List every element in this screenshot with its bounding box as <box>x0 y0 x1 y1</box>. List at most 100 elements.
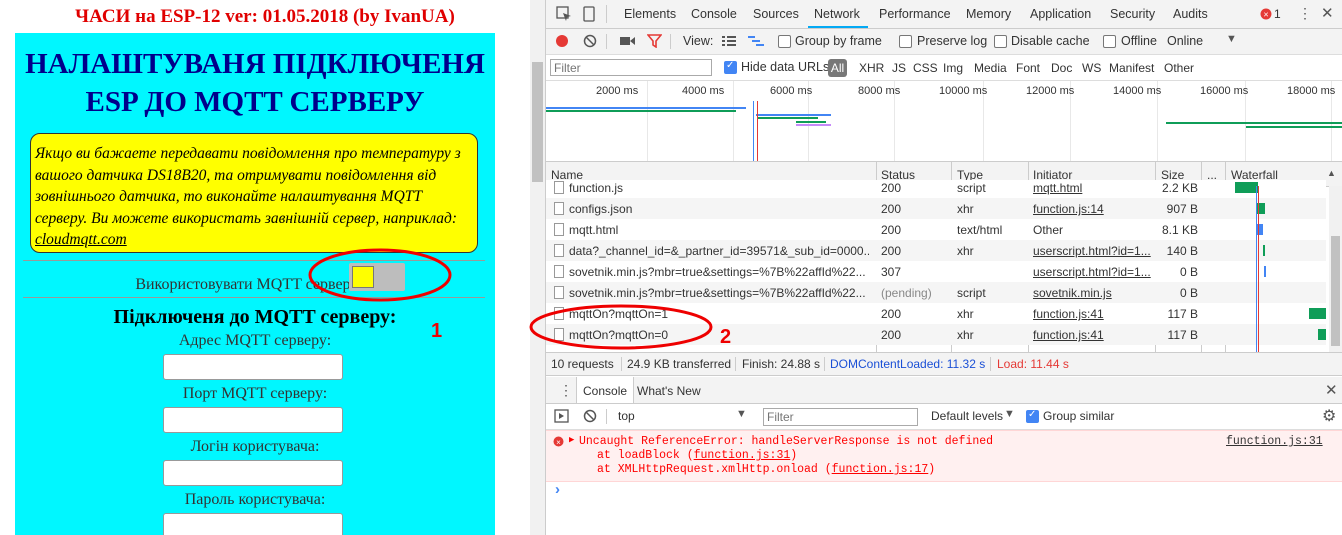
more-menu-icon[interactable]: ⋮ <box>1298 5 1312 22</box>
server-address-input[interactable] <box>163 354 343 380</box>
overview-bar <box>796 121 826 123</box>
throttling-select[interactable]: Online <box>1167 34 1203 48</box>
console-settings-gear-icon[interactable]: ⚙ <box>1322 406 1336 426</box>
request-type: xhr <box>957 328 974 342</box>
chevron-down-icon[interactable]: ▼ <box>736 408 747 420</box>
overview-tick-label: 6000 ms <box>770 85 813 97</box>
tab-security[interactable]: Security <box>1110 7 1155 21</box>
filter-img-button[interactable]: Img <box>943 61 963 75</box>
preserve-log-checkbox[interactable] <box>899 35 912 48</box>
stack-frame-link[interactable]: function.js:31 <box>694 449 791 462</box>
request-status: 200 <box>881 181 902 195</box>
group-similar-checkbox[interactable] <box>1026 409 1039 423</box>
web-page: ЧАСИ на ESP-12 ver: 01.05.2018 (by IvanU… <box>0 0 545 535</box>
filter-xhr-button[interactable]: XHR <box>859 61 884 75</box>
error-icon[interactable]: × <box>1260 8 1272 20</box>
request-row[interactable]: configs.json 200 xhr function.js:14 907 B <box>546 198 1326 219</box>
request-row[interactable]: mqtt.html 200 text/html Other 8.1 KB <box>546 219 1326 240</box>
tab-performance[interactable]: Performance <box>879 7 951 21</box>
file-icon <box>554 265 564 278</box>
drawer-tab-console-label[interactable]: Console <box>583 384 627 398</box>
cloudmqtt-link[interactable]: cloudmqtt.com <box>35 231 127 248</box>
hide-data-urls-checkbox[interactable] <box>724 60 737 74</box>
console-prompt[interactable]: › <box>555 481 560 498</box>
filter-icon[interactable] <box>647 34 662 48</box>
request-initiator[interactable]: Other <box>1033 223 1153 237</box>
chevron-down-icon[interactable]: ▼ <box>1004 408 1015 420</box>
filter-font-button[interactable]: Font <box>1016 61 1040 75</box>
request-scrollbar[interactable] <box>1329 186 1342 352</box>
close-drawer-icon[interactable]: ✕ <box>1325 381 1338 399</box>
drawer-tab-whats-new[interactable]: What's New <box>637 384 701 398</box>
waterfall-bar <box>1308 308 1326 319</box>
scrollbar-thumb[interactable] <box>1331 236 1340 346</box>
tab-audits[interactable]: Audits <box>1173 7 1208 21</box>
request-type: xhr <box>957 244 974 258</box>
group-by-frame-checkbox[interactable] <box>778 35 791 48</box>
clear-icon[interactable] <box>583 34 597 48</box>
overview-bar <box>796 124 831 126</box>
request-initiator[interactable]: userscript.html?id=1... <box>1033 244 1153 258</box>
sidebar-toggle-icon[interactable] <box>554 409 569 423</box>
request-initiator[interactable]: function.js:14 <box>1033 202 1153 216</box>
request-initiator[interactable]: sovetnik.min.js <box>1033 286 1153 300</box>
request-initiator[interactable]: userscript.html?id=1... <box>1033 265 1153 279</box>
console-filter-input[interactable] <box>763 408 918 426</box>
svg-text:×: × <box>1263 10 1268 20</box>
filter-js-button[interactable]: JS <box>892 61 906 75</box>
network-filter-input[interactable] <box>550 59 712 76</box>
filter-other-button[interactable]: Other <box>1164 61 1194 75</box>
drawer-menu-icon[interactable]: ⋮ <box>559 382 573 399</box>
scrollbar-thumb[interactable] <box>532 62 543 182</box>
disable-cache-checkbox[interactable] <box>994 35 1007 48</box>
network-overview[interactable]: 2000 ms 4000 ms 6000 ms 8000 ms 10000 ms… <box>546 81 1342 162</box>
request-initiator[interactable]: function.js:41 <box>1033 307 1153 321</box>
request-row[interactable]: function.js 200 script mqtt.html 2.2 KB <box>546 180 1326 198</box>
close-devtools-icon[interactable]: ✕ <box>1321 4 1334 22</box>
large-rows-icon[interactable] <box>722 35 736 47</box>
waterfall-overview-icon[interactable] <box>748 35 764 47</box>
tab-application[interactable]: Application <box>1030 7 1091 21</box>
context-select[interactable]: top <box>618 409 635 423</box>
sort-triangle-icon[interactable]: ▲ <box>1327 168 1336 178</box>
summary-load: Load: 11.44 s <box>997 357 1069 371</box>
tab-elements[interactable]: Elements <box>624 7 676 21</box>
server-port-input[interactable] <box>163 407 343 433</box>
tab-network[interactable]: Network <box>814 7 860 21</box>
log-levels-select[interactable]: Default levels <box>931 409 1003 423</box>
device-toolbar-icon[interactable] <box>581 6 597 22</box>
tab-console[interactable]: Console <box>691 7 737 21</box>
username-input[interactable] <box>163 460 343 486</box>
page-scrollbar[interactable] <box>530 0 545 535</box>
stack-frame-text: ) <box>928 463 936 476</box>
request-row[interactable]: sovetnik.min.js?mbr=true&settings=%7B%22… <box>546 282 1326 303</box>
request-initiator[interactable]: mqtt.html <box>1033 181 1153 195</box>
offline-checkbox[interactable] <box>1103 35 1116 48</box>
filter-all-button[interactable]: All <box>828 59 847 77</box>
clear-console-icon[interactable] <box>583 409 597 423</box>
error-source-link[interactable]: function.js:31 <box>1226 435 1323 448</box>
inspect-element-icon[interactable] <box>556 6 572 22</box>
filter-css-button[interactable]: CSS <box>913 61 938 75</box>
stack-frame-link[interactable]: function.js:17 <box>832 463 929 476</box>
tab-memory[interactable]: Memory <box>966 7 1011 21</box>
tab-sources[interactable]: Sources <box>753 7 799 21</box>
overview-tick-label: 8000 ms <box>858 85 901 97</box>
overview-bar <box>758 117 818 119</box>
chevron-down-icon[interactable]: ▼ <box>1226 33 1237 45</box>
filter-media-button[interactable]: Media <box>974 61 1007 75</box>
filter-ws-button[interactable]: WS <box>1082 61 1101 75</box>
expand-triangle-icon[interactable]: ▶ <box>569 435 574 445</box>
filter-manifest-button[interactable]: Manifest <box>1109 61 1154 75</box>
filter-bar: Hide data URLs All XHR JS CSS Img Media … <box>546 55 1342 81</box>
filter-doc-button[interactable]: Doc <box>1051 61 1072 75</box>
request-row[interactable]: data?_channel_id=&_partner_id=39571&_sub… <box>546 240 1326 261</box>
password-input[interactable] <box>163 513 343 535</box>
request-initiator[interactable]: function.js:41 <box>1033 328 1153 342</box>
request-row[interactable]: sovetnik.min.js?mbr=true&settings=%7B%22… <box>546 261 1326 282</box>
overview-tick-label: 2000 ms <box>596 85 639 97</box>
record-icon[interactable] <box>555 34 569 48</box>
request-name: function.js <box>569 181 624 195</box>
capture-screenshots-icon[interactable] <box>620 35 635 47</box>
error-count[interactable]: 1 <box>1274 7 1281 21</box>
